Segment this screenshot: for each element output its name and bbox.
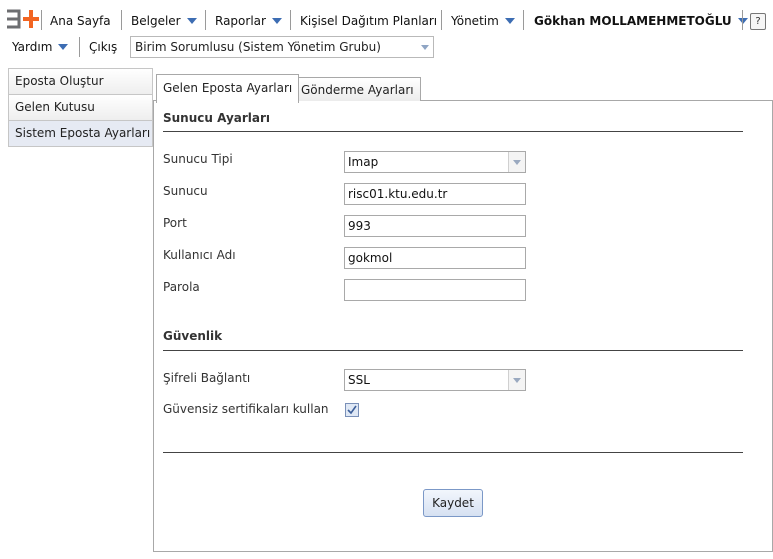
sidebar-item-email-settings[interactable]: Sistem Eposta Ayarları [8,120,153,147]
menu-management[interactable]: Yönetim [451,12,515,30]
menu-separator [205,10,206,30]
menu-documents[interactable]: Belgeler [131,12,197,30]
password-input[interactable] [344,279,526,301]
dropdown-button[interactable] [508,370,525,390]
menu-separator [523,10,524,30]
menu-help-label: Yardım [12,40,53,54]
chevron-down-icon [58,44,69,50]
menu-logout[interactable]: Çıkış [89,38,117,56]
username-input[interactable]: gokmol [344,247,526,269]
top-menu-bar: Ana Sayfa Belgeler Raporlar Kişisel Dağı… [0,0,773,62]
dropdown-button[interactable] [508,152,525,172]
menu-documents-label: Belgeler [131,14,181,28]
role-select[interactable]: Birim Sorumlusu (Sistem Yönetim Grubu) [130,36,434,58]
menu-management-label: Yönetim [451,14,499,28]
encrypted-connection-label: Şifreli Bağlantı [163,371,251,385]
menu-user-label: Gökhan MOLLAMEHMETOĞLU [534,14,732,28]
sidebar: Eposta Oluştur Gelen Kutusu Sistem Epost… [8,68,153,147]
server-type-value: Imap [348,155,379,169]
menu-separator [121,10,122,30]
server-host-input[interactable]: risc01.ktu.edu.tr [344,183,526,205]
tab-sending-settings[interactable]: Gönderme Ayarları [294,77,421,101]
port-input[interactable]: 993 [344,215,526,237]
menu-home[interactable]: Ana Sayfa [50,12,111,30]
server-type-label: Sunucu Tipi [163,152,233,166]
encrypted-connection-value: SSL [348,373,370,387]
menu-separator [441,10,442,30]
checkmark-icon [347,405,357,415]
sidebar-item-compose[interactable]: Eposta Oluştur [8,68,153,94]
sidebar-item-inbox[interactable]: Gelen Kutusu [8,94,153,120]
security-section-title: Güvenlik [163,329,223,343]
chevron-down-icon [513,160,521,165]
menu-help[interactable]: Yardım [12,38,69,56]
app-logo[interactable] [6,8,40,30]
menu-separator [79,37,80,57]
menu-row-secondary: Yardım Çıkış Birim Sorumlusu (Sistem Yön… [0,36,773,60]
help-icon[interactable]: ? [750,13,766,30]
insecure-cert-label: Güvensiz sertifikaları kullan [163,402,329,416]
chevron-down-icon [186,18,197,24]
save-button[interactable]: Kaydet [423,489,483,517]
menu-row-primary: Ana Sayfa Belgeler Raporlar Kişisel Dağı… [0,6,773,34]
chevron-down-icon [513,378,521,383]
divider [163,131,743,132]
server-section-title: Sunucu Ayarları [163,111,271,125]
port-value: 993 [348,219,371,233]
menu-separator [742,10,743,30]
menu-reports[interactable]: Raporlar [215,12,282,30]
port-label: Port [163,216,187,230]
menu-separator [290,10,291,30]
chevron-down-icon [421,45,429,50]
role-select-value: Birim Sorumlusu (Sistem Yönetim Grubu) [135,40,381,54]
server-host-value: risc01.ktu.edu.tr [348,187,448,201]
menu-user[interactable]: Gökhan MOLLAMEHMETOĞLU [534,12,748,30]
tab-incoming-settings[interactable]: Gelen Eposta Ayarları [156,74,300,103]
divider [163,452,743,453]
server-type-select[interactable]: Imap [344,151,526,173]
divider [163,350,743,351]
insecure-cert-checkbox[interactable] [345,403,359,417]
menu-separator [41,10,42,30]
menu-personal-plans[interactable]: Kişisel Dağıtım Planları [300,12,437,30]
username-value: gokmol [348,251,393,265]
chevron-down-icon [504,18,515,24]
encrypted-connection-select[interactable]: SSL [344,369,526,391]
password-label: Parola [163,280,200,294]
server-host-label: Sunucu [163,184,208,198]
chevron-down-icon [271,18,282,24]
menu-reports-label: Raporlar [215,14,266,28]
username-label: Kullanıcı Adı [163,248,236,262]
